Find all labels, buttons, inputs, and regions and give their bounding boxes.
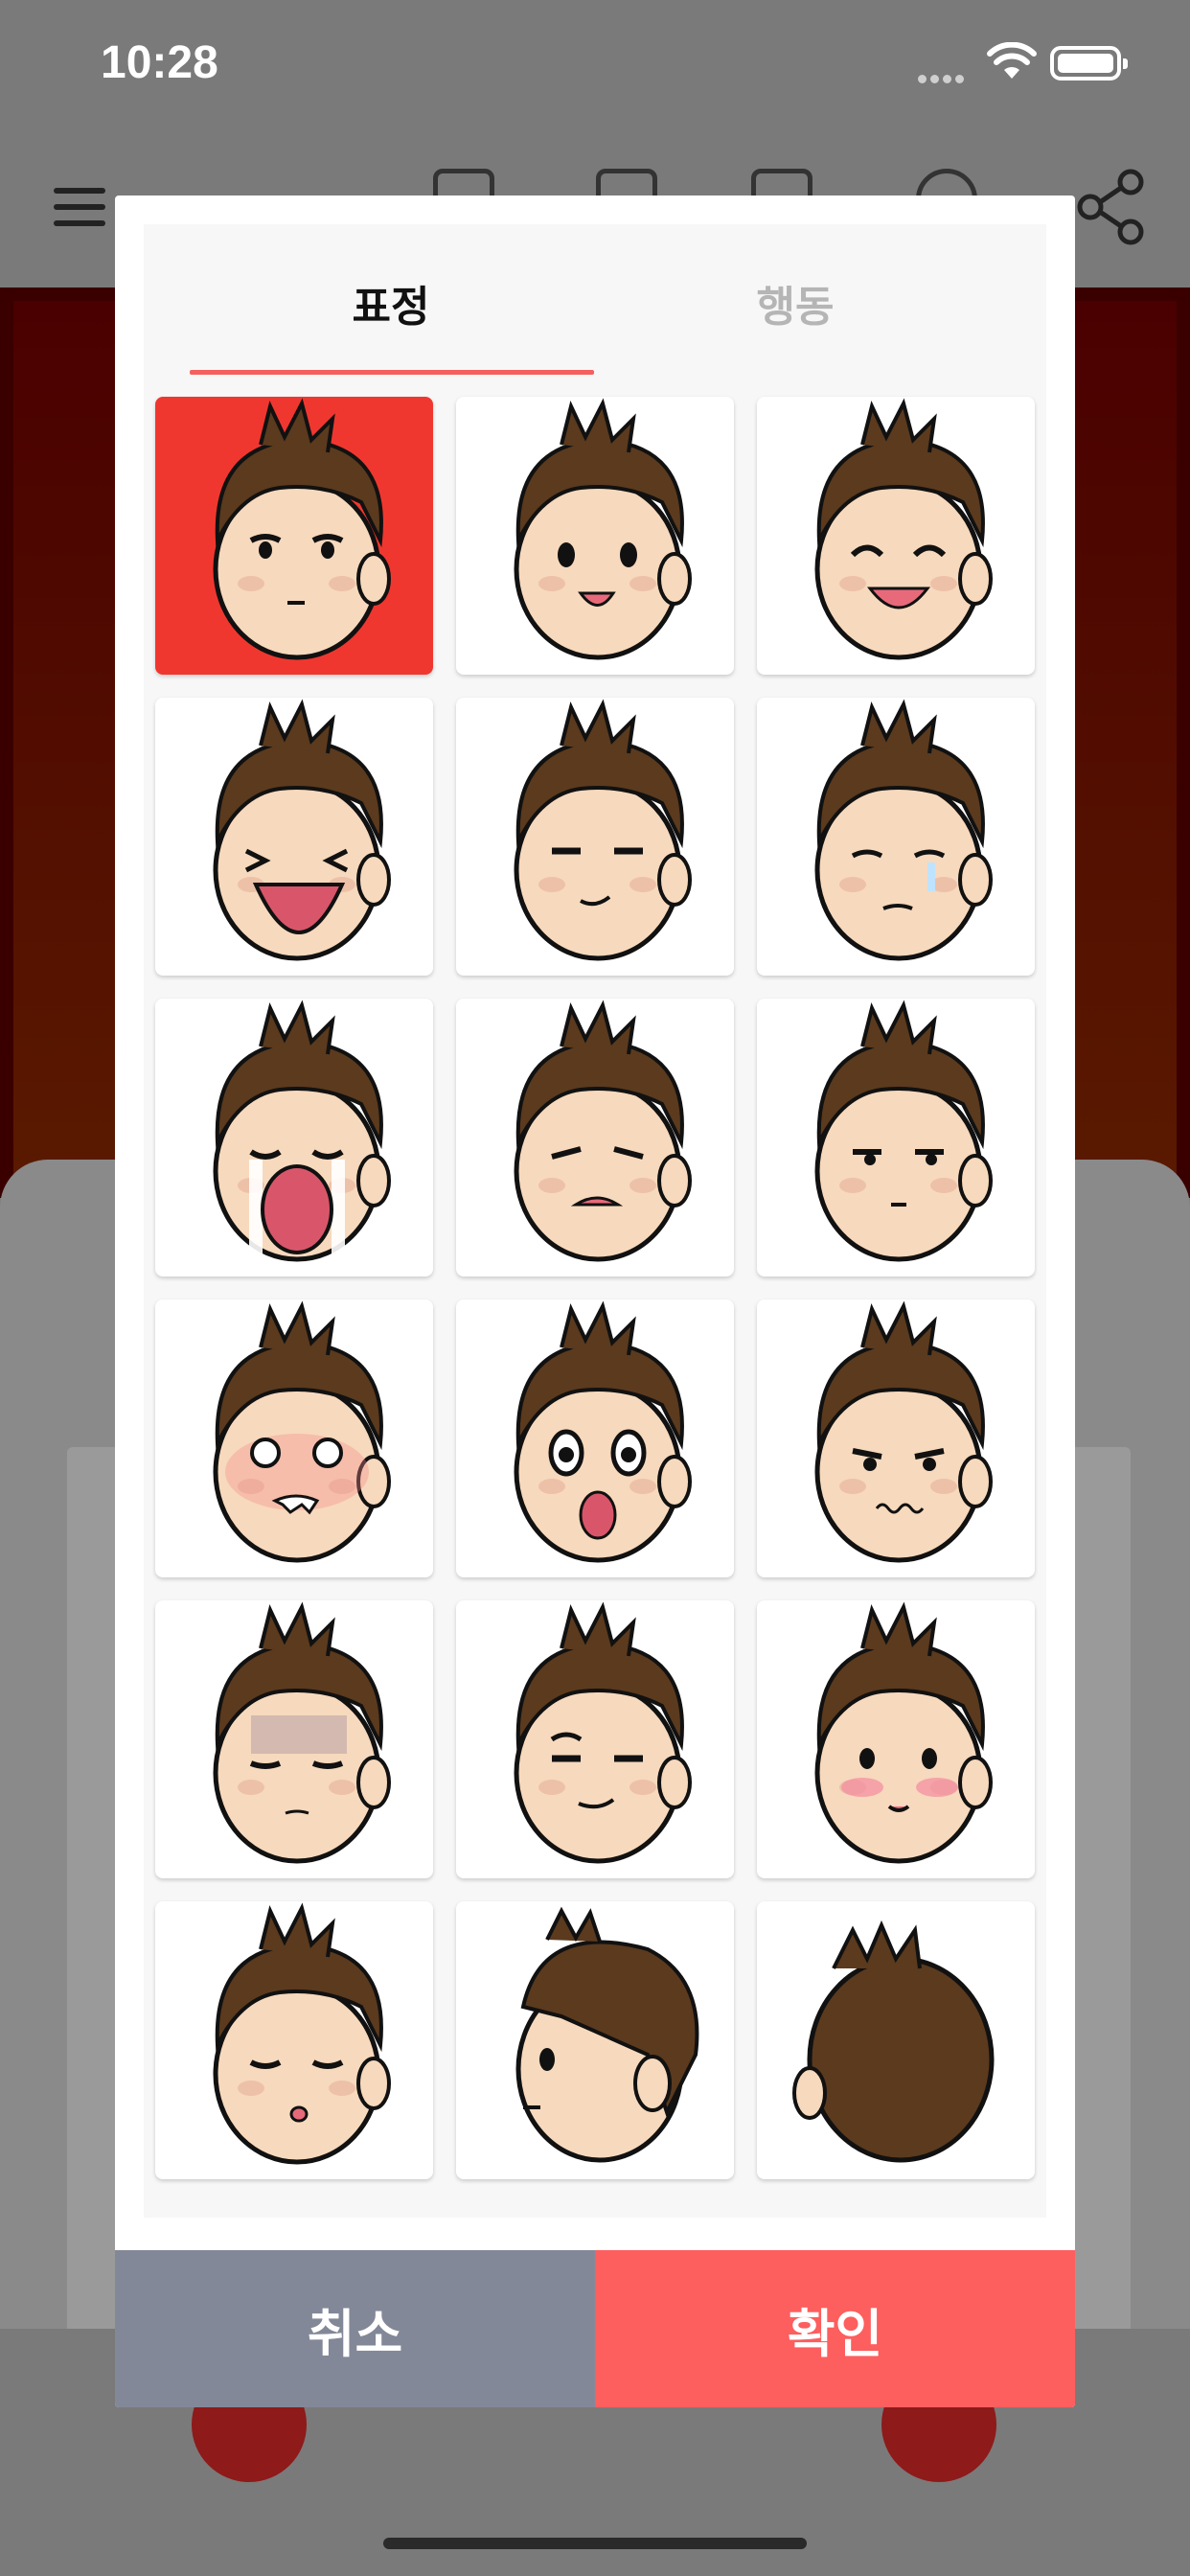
character-face-icon bbox=[814, 1601, 993, 1864]
cellular-signal-icon bbox=[918, 69, 972, 83]
expression-option-crying-laugh[interactable] bbox=[155, 698, 433, 976]
confirm-button[interactable]: 확인 bbox=[595, 2250, 1075, 2407]
expression-option-sly[interactable] bbox=[456, 1600, 734, 1878]
character-face-icon bbox=[213, 1902, 391, 2165]
expression-option-tearful[interactable] bbox=[757, 698, 1035, 976]
expression-option-blushing[interactable] bbox=[757, 1600, 1035, 1878]
character-face-icon bbox=[213, 1300, 391, 1563]
expression-option-worried[interactable] bbox=[757, 1300, 1035, 1577]
tab-expression[interactable]: 표정 bbox=[190, 272, 592, 334]
status-bar: 10:28 bbox=[0, 0, 1190, 134]
character-face-icon bbox=[213, 1000, 391, 1262]
character-face-icon bbox=[213, 398, 391, 660]
expression-option-back-view[interactable] bbox=[757, 1901, 1035, 2179]
expression-option-smile[interactable] bbox=[456, 397, 734, 675]
character-face-icon bbox=[213, 699, 391, 961]
expression-option-wailing[interactable] bbox=[155, 999, 433, 1276]
expression-option-gloomy[interactable] bbox=[155, 1600, 433, 1878]
character-face-icon bbox=[814, 1300, 993, 1563]
character-face-icon bbox=[514, 1300, 692, 1563]
tab-action[interactable]: 행동 bbox=[594, 272, 996, 334]
status-time: 10:28 bbox=[101, 37, 218, 88]
expression-option-side-view[interactable] bbox=[456, 1901, 734, 2179]
expression-option-angry[interactable] bbox=[155, 1300, 433, 1577]
expression-option-shocked[interactable] bbox=[456, 1300, 734, 1577]
active-tab-indicator bbox=[190, 370, 594, 375]
share-icon[interactable] bbox=[1075, 169, 1148, 245]
expression-option-laugh[interactable] bbox=[757, 397, 1035, 675]
character-face-icon bbox=[213, 1601, 391, 1864]
expression-option-smug[interactable] bbox=[456, 698, 734, 976]
character-face-icon bbox=[514, 1601, 692, 1864]
character-face-icon bbox=[514, 398, 692, 660]
character-face-icon bbox=[792, 1920, 995, 2163]
expression-option-neutral[interactable] bbox=[155, 397, 433, 675]
character-face-icon bbox=[814, 1000, 993, 1262]
character-face-icon bbox=[814, 699, 993, 961]
home-indicator bbox=[383, 2538, 807, 2549]
cancel-button[interactable]: 취소 bbox=[115, 2250, 595, 2407]
character-face-icon bbox=[514, 1000, 692, 1262]
expression-option-annoyed[interactable] bbox=[757, 999, 1035, 1276]
character-face-icon bbox=[515, 1906, 699, 2163]
character-face-icon bbox=[814, 398, 993, 660]
expression-option-kiss[interactable] bbox=[155, 1901, 433, 2179]
battery-icon bbox=[1050, 46, 1128, 80]
menu-icon[interactable] bbox=[54, 188, 105, 226]
wifi-icon bbox=[987, 42, 1037, 79]
expression-option-frustrated[interactable] bbox=[456, 999, 734, 1276]
picker-content: 표정 행동 bbox=[144, 224, 1046, 2218]
expression-picker-dialog: 표정 행동 취소 확인 bbox=[115, 196, 1075, 2407]
character-face-icon bbox=[514, 699, 692, 961]
